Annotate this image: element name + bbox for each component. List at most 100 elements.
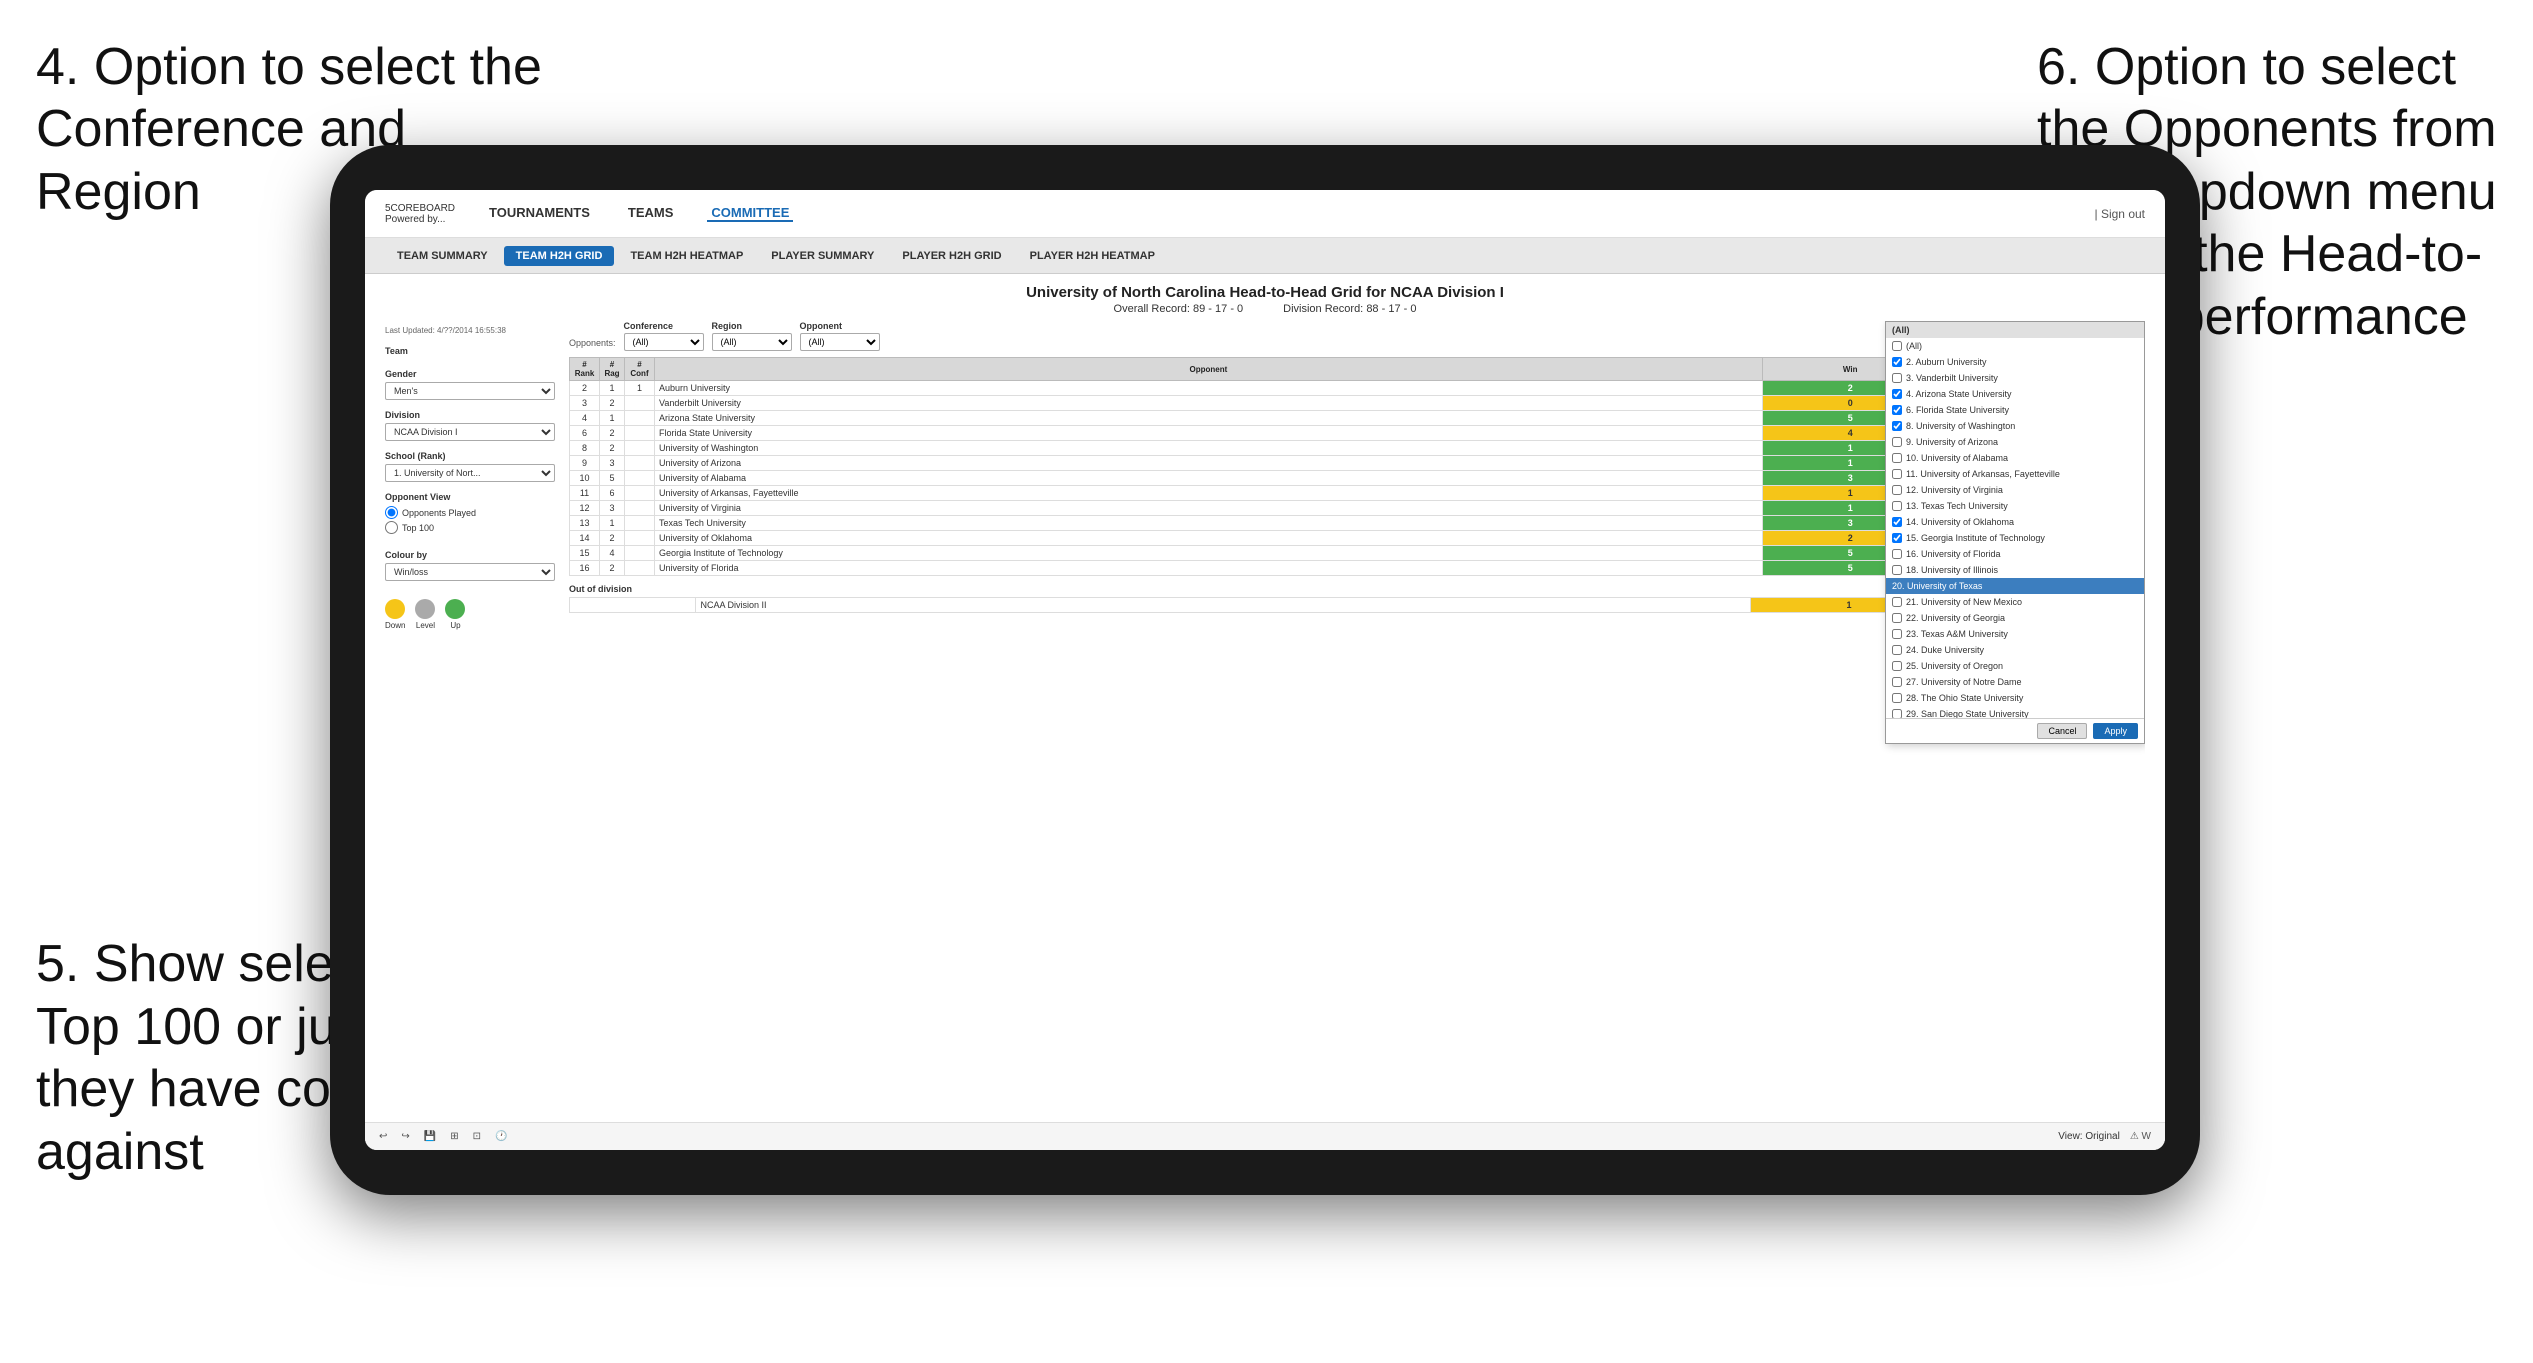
dropdown-item[interactable]: 6. Florida State University <box>1886 402 2144 418</box>
cell-0: 6 <box>570 426 600 441</box>
cell-2 <box>625 471 655 486</box>
dropdown-checkbox[interactable] <box>1892 485 1902 495</box>
dropdown-item[interactable]: 16. University of Florida <box>1886 546 2144 562</box>
dropdown-checkbox[interactable] <box>1892 709 1902 718</box>
cell-2: 1 <box>625 381 655 396</box>
dropdown-item[interactable]: 25. University of Oregon <box>1886 658 2144 674</box>
conference-select[interactable]: (All) <box>624 333 704 351</box>
nav-teams[interactable]: TEAMS <box>624 205 678 222</box>
opponent-dropdown[interactable]: (All) (All)2. Auburn University3. Vander… <box>1885 321 2145 744</box>
dropdown-checkbox[interactable] <box>1892 645 1902 655</box>
dropdown-checkbox[interactable] <box>1892 373 1902 383</box>
team-name-cell: Georgia Institute of Technology <box>655 546 1763 561</box>
dropdown-checkbox[interactable] <box>1892 565 1902 575</box>
cell-1: 6 <box>600 486 625 501</box>
cell-0: 2 <box>570 381 600 396</box>
dropdown-checkbox[interactable] <box>1892 341 1902 351</box>
dropdown-checkbox[interactable] <box>1892 421 1902 431</box>
dropdown-item-label: 28. The Ohio State University <box>1906 693 2023 703</box>
region-select[interactable]: (All) <box>712 333 792 351</box>
dropdown-item[interactable]: 14. University of Oklahoma <box>1886 514 2144 530</box>
dropdown-item[interactable]: 12. University of Virginia <box>1886 482 2144 498</box>
dropdown-item[interactable]: 23. Texas A&M University <box>1886 626 2144 642</box>
nav-committee[interactable]: COMMITTEE <box>707 205 793 222</box>
dropdown-item[interactable]: 21. University of New Mexico <box>1886 594 2144 610</box>
legend-level-label: Level <box>416 621 435 630</box>
cell-1: 2 <box>600 531 625 546</box>
nav-signout[interactable]: | Sign out <box>2095 207 2145 221</box>
dropdown-checkbox[interactable] <box>1892 469 1902 479</box>
radio-opponents-played[interactable]: Opponents Played <box>385 506 555 519</box>
radio-opponents-played-input[interactable] <box>385 506 398 519</box>
subnav-h2h-grid[interactable]: TEAM H2H GRID <box>504 246 615 266</box>
dropdown-checkbox[interactable] <box>1892 389 1902 399</box>
cell-2 <box>625 411 655 426</box>
subnav-player-h2h-heatmap[interactable]: PLAYER H2H HEATMAP <box>1018 246 1167 266</box>
subnav-h2h-heatmap[interactable]: TEAM H2H HEATMAP <box>618 246 755 266</box>
dropdown-item[interactable]: 11. University of Arkansas, Fayetteville <box>1886 466 2144 482</box>
apply-button[interactable]: Apply <box>2093 723 2138 739</box>
dropdown-footer: Cancel Apply <box>1886 718 2144 743</box>
dropdown-item[interactable]: 18. University of Illinois <box>1886 562 2144 578</box>
toolbar-bottom: ↩ ↪ 💾 ⊞ ⊡ 🕐 View: Original ⚠ W <box>365 1122 2165 1150</box>
radio-top100-input[interactable] <box>385 521 398 534</box>
team-name-cell: University of Arizona <box>655 456 1763 471</box>
dropdown-item[interactable]: 15. Georgia Institute of Technology <box>1886 530 2144 546</box>
dropdown-checkbox[interactable] <box>1892 437 1902 447</box>
dropdown-item[interactable]: 24. Duke University <box>1886 642 2144 658</box>
dropdown-item[interactable]: 29. San Diego State University <box>1886 706 2144 718</box>
team-name-cell: Vanderbilt University <box>655 396 1763 411</box>
dropdown-item-label: 14. University of Oklahoma <box>1906 517 2014 527</box>
toolbar-redo[interactable]: ↪ <box>397 1129 413 1144</box>
dropdown-checkbox[interactable] <box>1892 661 1902 671</box>
dropdown-item[interactable]: 2. Auburn University <box>1886 354 2144 370</box>
dropdown-item[interactable]: 28. The Ohio State University <box>1886 690 2144 706</box>
toolbar-fit[interactable]: ⊡ <box>469 1129 485 1144</box>
opponent-view-label: Opponent View <box>385 492 555 502</box>
opponent-select[interactable]: (All) <box>800 333 880 351</box>
dropdown-checkbox[interactable] <box>1892 357 1902 367</box>
toolbar-clock[interactable]: 🕐 <box>491 1129 511 1144</box>
dropdown-item-label: (All) <box>1906 341 1922 351</box>
subnav-player-summary[interactable]: PLAYER SUMMARY <box>759 246 886 266</box>
dropdown-item[interactable]: 3. Vanderbilt University <box>1886 370 2144 386</box>
toolbar-copy[interactable]: ⊞ <box>446 1129 462 1144</box>
radio-top100[interactable]: Top 100 <box>385 521 555 534</box>
dropdown-item[interactable]: 4. Arizona State University <box>1886 386 2144 402</box>
dropdown-checkbox[interactable] <box>1892 597 1902 607</box>
subnav-player-h2h-grid[interactable]: PLAYER H2H GRID <box>890 246 1013 266</box>
dropdown-item[interactable]: 10. University of Alabama <box>1886 450 2144 466</box>
dropdown-checkbox[interactable] <box>1892 677 1902 687</box>
toolbar-save[interactable]: 💾 <box>420 1129 440 1144</box>
dropdown-checkbox[interactable] <box>1892 453 1902 463</box>
colour-select[interactable]: Win/loss <box>385 563 555 581</box>
cancel-button[interactable]: Cancel <box>2037 723 2087 739</box>
out-div-name: NCAA Division II <box>696 598 1751 613</box>
dropdown-checkbox[interactable] <box>1892 501 1902 511</box>
radio-top100-label: Top 100 <box>402 523 434 533</box>
dropdown-checkbox[interactable] <box>1892 629 1902 639</box>
dropdown-checkbox[interactable] <box>1892 517 1902 527</box>
dropdown-checkbox[interactable] <box>1892 693 1902 703</box>
dropdown-item[interactable]: 20. University of Texas <box>1886 578 2144 594</box>
dropdown-checkbox[interactable] <box>1892 549 1902 559</box>
division-select[interactable]: NCAA Division I <box>385 423 555 441</box>
gender-select[interactable]: Men's <box>385 382 555 400</box>
dropdown-checkbox[interactable] <box>1892 405 1902 415</box>
dropdown-item[interactable]: 8. University of Washington <box>1886 418 2144 434</box>
nav-tournaments[interactable]: TOURNAMENTS <box>485 205 594 222</box>
dropdown-item-label: 16. University of Florida <box>1906 549 2001 559</box>
dropdown-item[interactable]: 27. University of Notre Dame <box>1886 674 2144 690</box>
dropdown-item[interactable]: 22. University of Georgia <box>1886 610 2144 626</box>
toolbar-undo[interactable]: ↩ <box>375 1129 391 1144</box>
dropdown-checkbox[interactable] <box>1892 533 1902 543</box>
dropdown-item[interactable]: 13. Texas Tech University <box>1886 498 2144 514</box>
cell-1: 1 <box>600 381 625 396</box>
cell-1: 2 <box>600 441 625 456</box>
dropdown-checkbox[interactable] <box>1892 613 1902 623</box>
dropdown-item[interactable]: 9. University of Arizona <box>1886 434 2144 450</box>
subnav-team-summary[interactable]: TEAM SUMMARY <box>385 246 500 266</box>
school-select[interactable]: 1. University of Nort... <box>385 464 555 482</box>
dropdown-item[interactable]: (All) <box>1886 338 2144 354</box>
toolbar-warning[interactable]: ⚠ W <box>2126 1129 2155 1144</box>
